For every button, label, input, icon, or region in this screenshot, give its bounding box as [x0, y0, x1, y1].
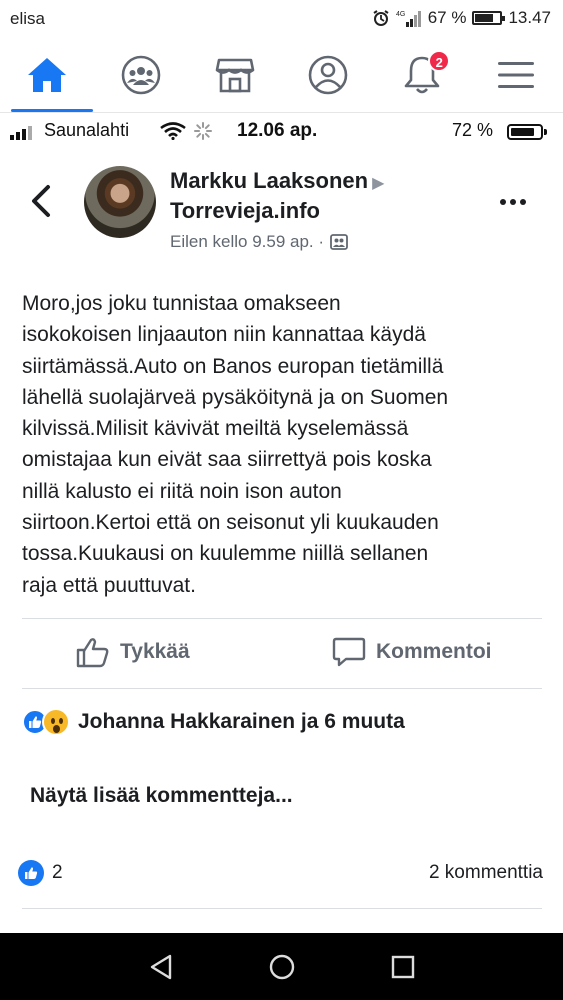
home-button[interactable] — [262, 947, 302, 987]
inner-status-bar: Saunalahti 12.06 ap. 72 % — [0, 112, 563, 146]
wifi-icon — [160, 122, 186, 140]
triangle-back-icon — [150, 954, 171, 979]
timestamp-text: Eilen kello 9.59 ap. · — [170, 232, 325, 251]
wow-reaction-icon — [42, 708, 70, 736]
marketplace-icon — [215, 58, 254, 93]
clock: 13.47 — [508, 8, 551, 27]
nav-marketplace[interactable] — [195, 38, 275, 112]
post-author[interactable]: Markku Laaksonen ▶ — [170, 168, 384, 194]
signal-bars-icon — [10, 126, 32, 140]
comment-bubble-icon — [332, 637, 366, 667]
inner-battery-icon — [507, 124, 547, 140]
carrier-name: elisa — [10, 9, 45, 28]
circle-home-icon — [269, 954, 294, 979]
nav-menu[interactable] — [476, 38, 556, 112]
profile-icon — [309, 55, 348, 95]
divider — [22, 618, 542, 619]
like-button[interactable]: Tykkää — [76, 636, 190, 668]
facebook-nav-bar: 2 — [0, 38, 563, 112]
group-privacy-icon — [330, 234, 348, 250]
loading-spinner-icon — [194, 122, 212, 140]
reactors-text: Johanna Hakkarainen ja 6 muuta — [78, 710, 405, 733]
menu-icon — [498, 62, 535, 88]
comment-count[interactable]: 2 kommenttia — [429, 862, 543, 884]
android-status-bar: elisa 4G 67 % 13.47 — [0, 0, 563, 38]
groups-icon — [121, 55, 161, 95]
status-icons: 4G 67 % 13.47 — [372, 8, 551, 28]
battery-icon — [472, 11, 506, 25]
inner-clock: 12.06 ap. — [237, 120, 318, 141]
notification-badge: 2 — [428, 50, 451, 72]
inner-battery-percent: 72 % — [452, 120, 494, 140]
author-name[interactable]: Markku Laaksonen — [170, 168, 368, 193]
comment-label: Kommentoi — [376, 640, 492, 663]
post-group[interactable]: Torrevieja.info — [170, 198, 320, 224]
android-nav-bar — [0, 933, 563, 1000]
like-count[interactable]: 2 — [18, 860, 63, 886]
like-count-text: 2 — [52, 862, 63, 883]
alarm-icon — [373, 10, 389, 26]
back-button[interactable] — [141, 947, 181, 987]
thumbs-up-icon — [76, 638, 109, 668]
author-avatar[interactable] — [84, 166, 156, 238]
nav-home[interactable] — [7, 38, 93, 112]
nav-notifications[interactable]: 2 — [382, 38, 462, 112]
like-reaction-icon — [18, 860, 44, 886]
inner-carrier-name: Saunalahti — [44, 120, 130, 140]
more-options-icon[interactable] — [500, 192, 540, 212]
post-timestamp: Eilen kello 9.59 ap. · — [170, 232, 348, 252]
reactions-summary[interactable]: Johanna Hakkarainen ja 6 muuta — [22, 708, 405, 736]
network-type-label: 4G — [396, 11, 405, 18]
post-text: Moro,jos joku tunnistaa omakseen isokoko… — [22, 292, 449, 597]
home-icon — [27, 58, 66, 92]
battery-percent: 67 % — [427, 8, 467, 27]
show-more-comments-link[interactable]: Näytä lisää kommentteja... — [30, 784, 293, 808]
comment-button[interactable]: Kommentoi — [332, 636, 492, 668]
recents-button[interactable] — [383, 947, 423, 987]
nav-profile[interactable] — [288, 38, 368, 112]
back-arrow-icon[interactable] — [26, 183, 56, 219]
divider — [22, 688, 542, 689]
divider — [22, 908, 542, 909]
like-label: Tykkää — [120, 640, 190, 663]
caret-right-icon: ▶ — [372, 175, 385, 192]
cellular-signal-icon: 4G — [396, 11, 421, 27]
square-recents-icon — [391, 955, 414, 978]
nav-groups[interactable] — [101, 38, 181, 112]
